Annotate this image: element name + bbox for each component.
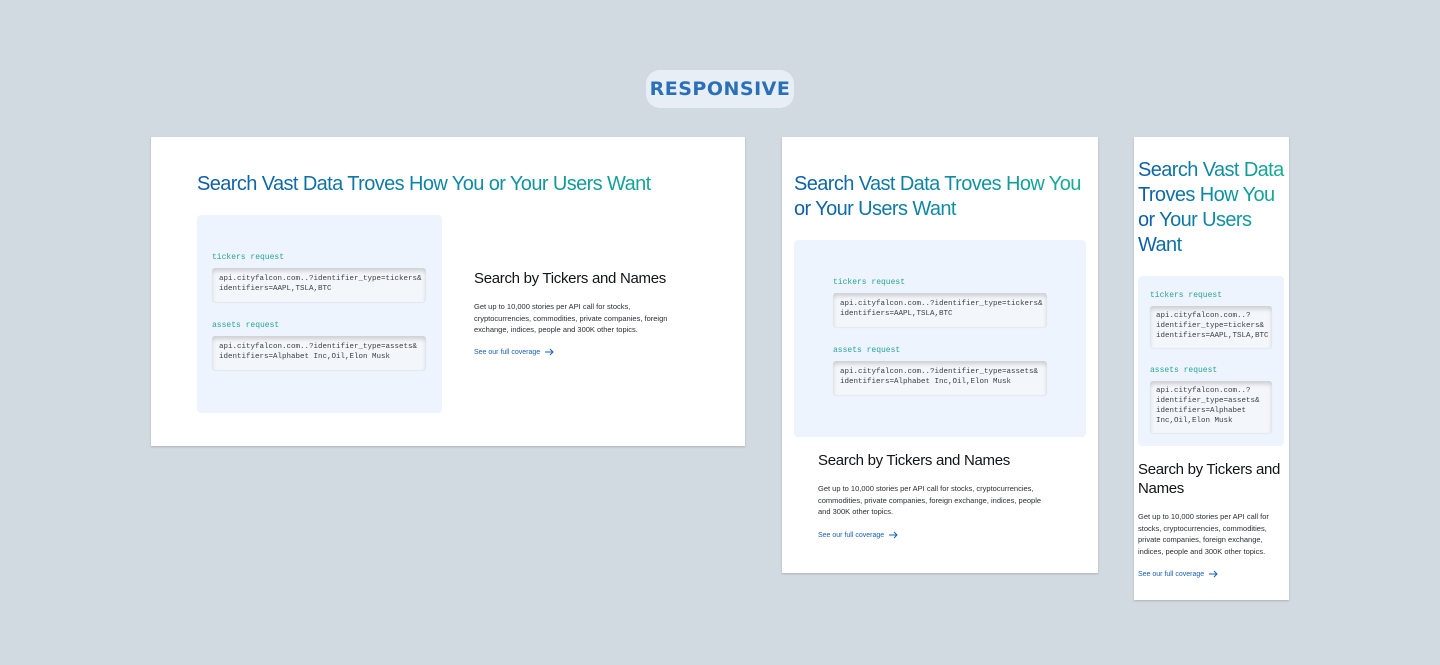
- section-description: Get up to 10,000 stories per API call fo…: [474, 302, 668, 334]
- section-subheading: Search by Tickers and Names: [1138, 461, 1281, 497]
- code-panel: tickers request api.cityfalcon.com..? id…: [1138, 276, 1284, 446]
- section-subheading: Search by Tickers and Names: [474, 270, 666, 287]
- assets-request-label: assets request: [1150, 366, 1218, 375]
- arrow-right-icon: [1209, 570, 1218, 578]
- see-coverage-label: See our full coverage: [474, 348, 541, 356]
- tickers-request-code[interactable]: api.cityfalcon.com..?identifier_type=tic…: [212, 268, 426, 302]
- see-coverage-link[interactable]: See our full coverage: [818, 531, 899, 539]
- see-coverage-label: See our full coverage: [1138, 570, 1205, 578]
- see-coverage-label: See our full coverage: [818, 531, 885, 539]
- code-panel: tickers request api.cityfalcon.com..?ide…: [197, 215, 442, 413]
- assets-request-label: assets request: [833, 346, 901, 355]
- section-description: Get up to 10,000 stories per API call fo…: [818, 484, 1042, 516]
- tickers-request-label: tickers request: [833, 278, 906, 287]
- section-description: Get up to 10,000 stories per API call fo…: [1138, 512, 1269, 556]
- tickers-request-code[interactable]: api.cityfalcon.com..? identifier_type=ti…: [1150, 306, 1272, 348]
- assets-request-code[interactable]: api.cityfalcon.com..?identifier_type=ass…: [833, 361, 1047, 395]
- arrow-right-icon: [545, 348, 554, 356]
- headline: Search Vast Data Troves How You or Your …: [197, 172, 717, 196]
- mobile-frame: Search Vast Data Troves How You or Your …: [1134, 137, 1289, 600]
- assets-request-code[interactable]: api.cityfalcon.com..?identifier_type=ass…: [212, 336, 426, 370]
- tickers-request-code[interactable]: api.cityfalcon.com..?identifier_type=tic…: [833, 293, 1047, 327]
- headline: Search Vast Data Troves How You or Your …: [1138, 158, 1288, 258]
- desktop-frame: Search Vast Data Troves How You or Your …: [151, 137, 745, 446]
- responsive-badge: RESPONSIVE: [646, 70, 794, 108]
- tickers-request-label: tickers request: [1150, 291, 1223, 300]
- assets-request-code[interactable]: api.cityfalcon.com..? identifier_type=as…: [1150, 381, 1272, 433]
- assets-request-label: assets request: [212, 321, 280, 330]
- tablet-frame: Search Vast Data Troves How You or Your …: [782, 137, 1098, 573]
- code-panel: tickers request api.cityfalcon.com..?ide…: [794, 240, 1086, 437]
- headline: Search Vast Data Troves How You or Your …: [794, 172, 1084, 222]
- arrow-right-icon: [889, 531, 898, 539]
- section-subheading: Search by Tickers and Names: [818, 452, 1010, 469]
- see-coverage-link[interactable]: See our full coverage: [474, 348, 555, 356]
- see-coverage-link[interactable]: See our full coverage: [1138, 570, 1219, 578]
- tickers-request-label: tickers request: [212, 253, 285, 262]
